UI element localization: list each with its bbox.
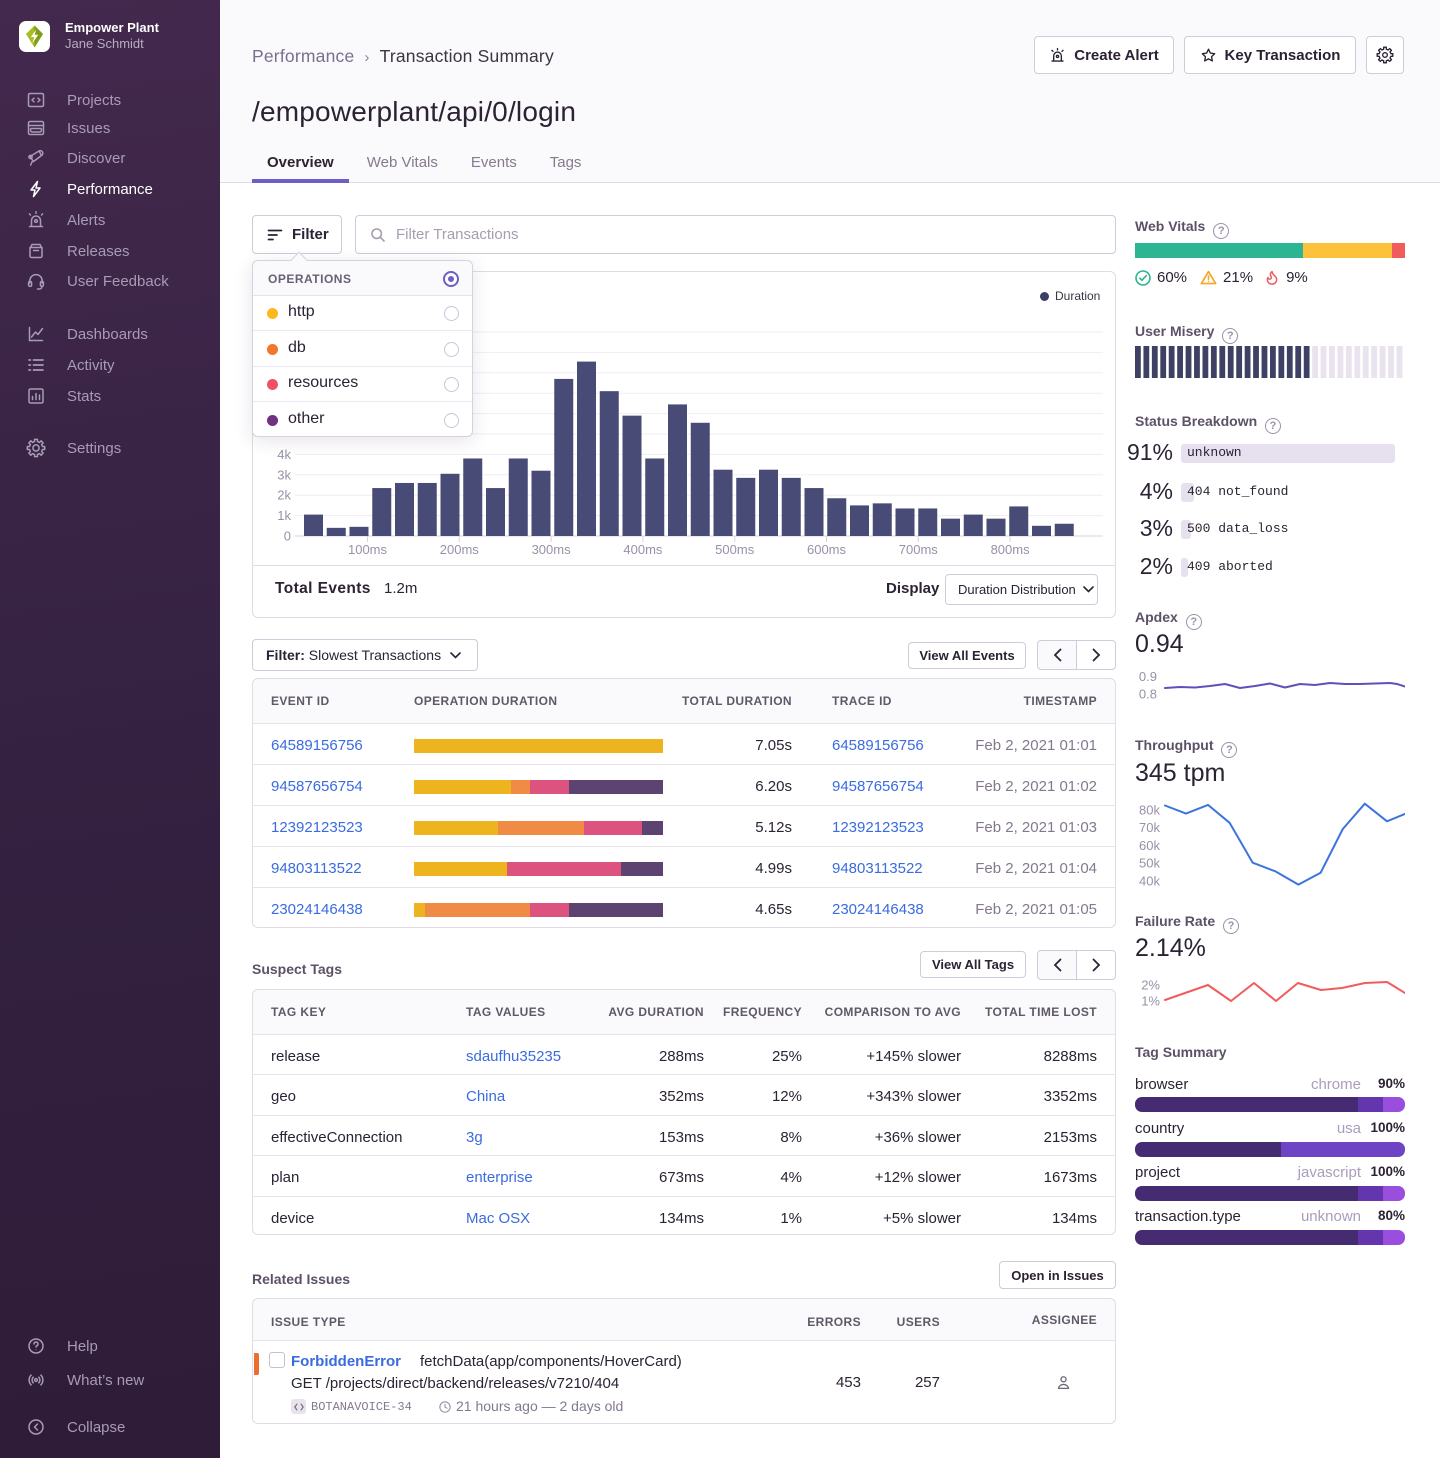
svg-text:60k: 60k xyxy=(1139,838,1160,853)
svg-text:80k: 80k xyxy=(1139,803,1160,818)
svg-text:70k: 70k xyxy=(1139,820,1160,835)
svg-text:400ms: 400ms xyxy=(623,542,663,557)
svg-text:800ms: 800ms xyxy=(991,542,1031,557)
svg-text:0.9: 0.9 xyxy=(1139,669,1157,684)
svg-text:500ms: 500ms xyxy=(715,542,755,557)
svg-text:300ms: 300ms xyxy=(532,542,572,557)
svg-text:1k: 1k xyxy=(277,508,291,523)
svg-text:2k: 2k xyxy=(277,488,291,503)
svg-text:100ms: 100ms xyxy=(348,542,388,557)
svg-text:0: 0 xyxy=(284,529,291,544)
svg-text:4k: 4k xyxy=(277,447,291,462)
svg-text:600ms: 600ms xyxy=(807,542,847,557)
svg-text:40k: 40k xyxy=(1139,873,1160,888)
svg-text:1%: 1% xyxy=(1141,994,1160,1009)
svg-text:50k: 50k xyxy=(1139,856,1160,871)
svg-text:700ms: 700ms xyxy=(899,542,939,557)
svg-text:2%: 2% xyxy=(1141,978,1160,993)
svg-text:200ms: 200ms xyxy=(440,542,480,557)
svg-text:0.8: 0.8 xyxy=(1139,687,1157,702)
svg-text:3k: 3k xyxy=(277,467,291,482)
